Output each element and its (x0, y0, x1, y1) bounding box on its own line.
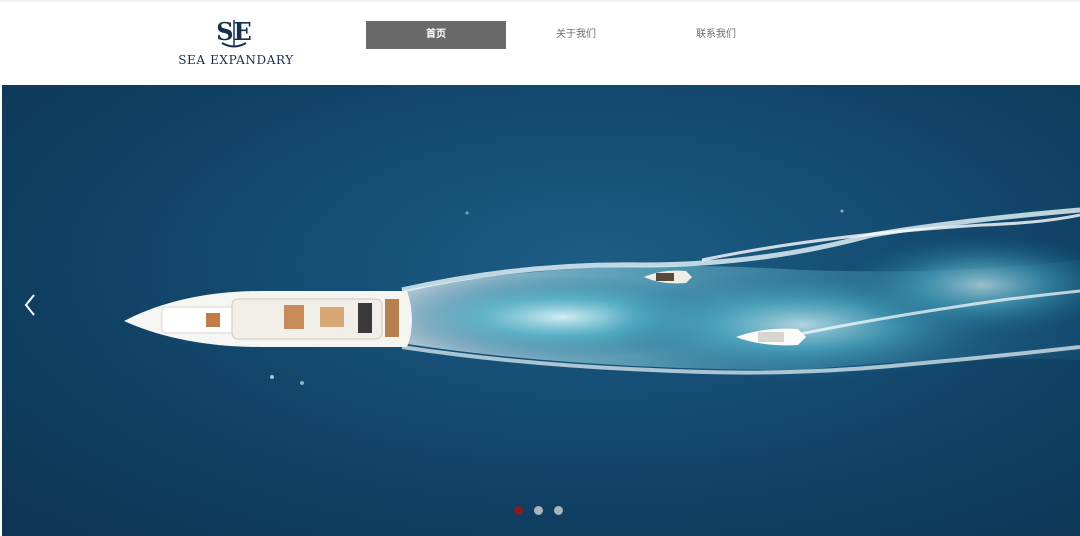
yacht-photo (124, 207, 1080, 385)
chevron-left-icon[interactable] (18, 291, 42, 319)
site-header: SE SEA EXPANDARY 首页 关于我们 联系我们 (0, 0, 1080, 85)
brand-name: SEA EXPANDARY (178, 53, 294, 67)
nav-item-contact[interactable]: 联系我们 (646, 21, 786, 49)
carousel-dot-1[interactable] (514, 506, 523, 515)
carousel-dot-2[interactable] (534, 506, 543, 515)
hero-carousel[interactable] (2, 85, 1080, 536)
brand-logo[interactable]: SE SEA EXPANDARY (178, 16, 294, 72)
nav-item-about[interactable]: 关于我们 (506, 21, 646, 49)
nav-item-home[interactable]: 首页 (366, 21, 506, 49)
logo-monogram-icon: SE (216, 17, 252, 48)
carousel-dot-3[interactable] (554, 506, 563, 515)
yacht-main (124, 291, 412, 347)
